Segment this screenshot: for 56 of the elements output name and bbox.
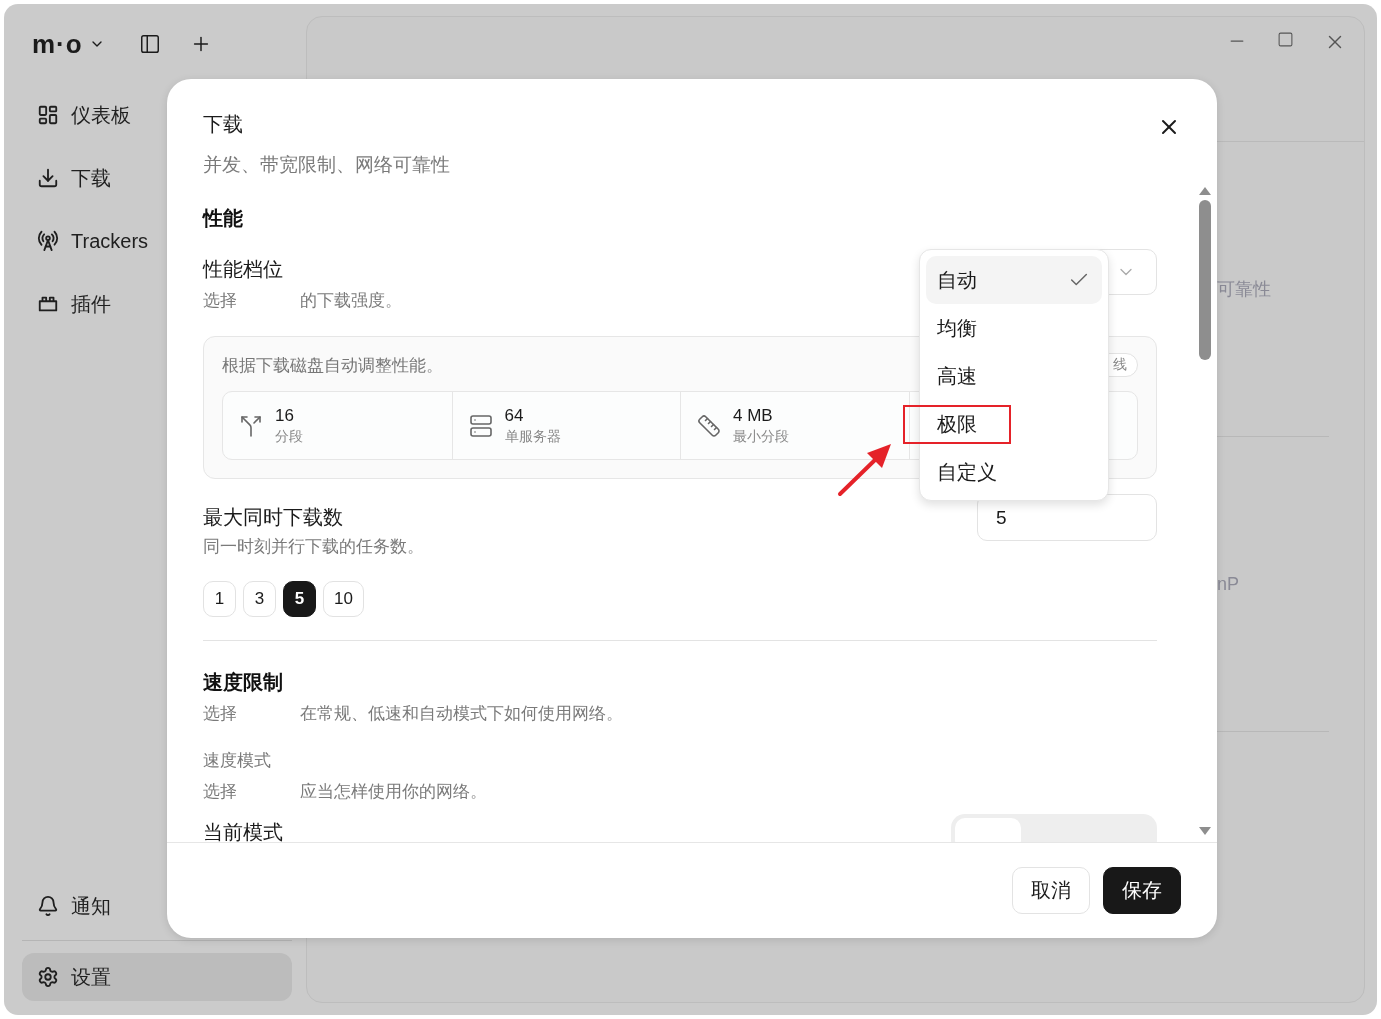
stat-label: 最小分段 bbox=[733, 427, 789, 446]
stat-value: 16 bbox=[275, 405, 295, 426]
sidebar-item-label: 下载 bbox=[71, 165, 111, 191]
background-text: nP bbox=[1217, 573, 1240, 595]
dialog-subtitle: 并发、带宽限制、网络可靠性 bbox=[203, 153, 451, 177]
setting-description: 选择 bbox=[203, 781, 238, 803]
sidebar-item-label: 通知 bbox=[71, 893, 111, 919]
sidebar-toggle-icon[interactable] bbox=[138, 33, 161, 55]
setting-description: 应当怎样使用你的网络。 bbox=[300, 781, 487, 803]
menu-option[interactable]: 自定义 bbox=[926, 448, 1102, 496]
split-icon bbox=[239, 413, 263, 438]
sidebar-item-label: Trackers bbox=[71, 229, 149, 253]
dialog-title: 下载 bbox=[203, 112, 243, 137]
background-text: 可靠性 bbox=[1217, 278, 1271, 301]
section-heading: 性能 bbox=[203, 206, 244, 231]
menu-option[interactable]: 极限 bbox=[926, 400, 1102, 448]
settings-icon bbox=[37, 966, 59, 988]
setting-label: 性能档位 bbox=[203, 257, 284, 282]
download-icon bbox=[37, 167, 59, 189]
preset-chip[interactable]: 3 bbox=[243, 581, 276, 617]
stat-label: 单服务器 bbox=[504, 427, 561, 446]
card-text: 根据下载磁盘自动调整性能。 bbox=[222, 354, 443, 377]
sidebar-item[interactable]: 通知 bbox=[22, 882, 292, 930]
setting-description: 的下载强度。 bbox=[300, 290, 402, 312]
setting-label: 速度模式 bbox=[203, 750, 272, 772]
sidebar-item[interactable]: 设置 bbox=[22, 953, 292, 1001]
preset-chip[interactable]: 10 bbox=[323, 581, 364, 617]
save-button[interactable]: 保存 bbox=[1103, 867, 1181, 914]
setting-label: 当前模式 bbox=[203, 820, 283, 842]
menu-option[interactable]: 自动 bbox=[926, 256, 1102, 304]
menu-option[interactable]: 均衡 bbox=[926, 304, 1102, 352]
setting-description: 在常规、低速和自动模式下如何使用网络。 bbox=[300, 703, 623, 725]
scroll-up-icon[interactable] bbox=[1198, 186, 1212, 196]
cancel-button[interactable]: 取消 bbox=[1012, 867, 1090, 914]
ruler-icon bbox=[697, 413, 721, 438]
stat-label: 分段 bbox=[275, 427, 303, 446]
dashboard-icon bbox=[37, 104, 59, 126]
stat-value: 4 MB bbox=[733, 405, 774, 426]
scrollbar-thumb[interactable] bbox=[1199, 200, 1211, 360]
sidebar-item-label: 插件 bbox=[71, 291, 111, 317]
stat-value: 64 bbox=[504, 405, 525, 426]
sidebar-item-label: 设置 bbox=[71, 964, 111, 990]
sidebar-item-label: 仪表板 bbox=[71, 102, 131, 128]
setting-label: 最大同时下载数 bbox=[203, 505, 344, 530]
server-icon bbox=[468, 413, 493, 438]
preset-chip[interactable]: 1 bbox=[203, 581, 236, 617]
setting-description: 选择 bbox=[203, 290, 238, 312]
maximize-icon[interactable] bbox=[1277, 31, 1294, 48]
radio-tower-icon bbox=[37, 230, 59, 252]
brand-logo[interactable]: m·o bbox=[32, 31, 83, 57]
scroll-down-icon[interactable] bbox=[1198, 826, 1212, 836]
preset-chip[interactable]: 5 bbox=[283, 581, 316, 617]
setting-description: 同一时刻并行下载的任务数。 bbox=[203, 536, 424, 558]
setting-description: 选择 bbox=[203, 703, 238, 725]
bell-icon bbox=[37, 895, 59, 917]
section-heading: 速度限制 bbox=[203, 670, 284, 695]
